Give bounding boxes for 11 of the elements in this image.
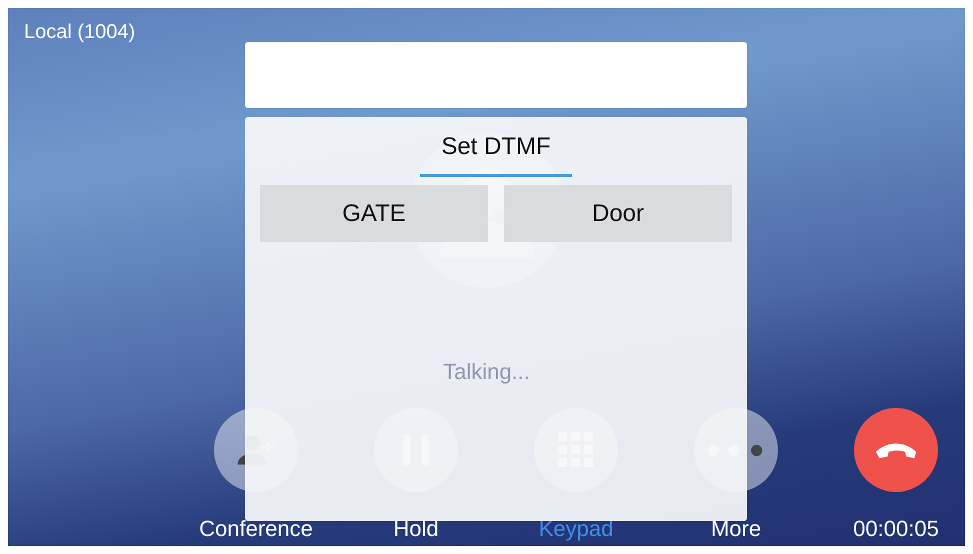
hold-label: Hold — [393, 516, 439, 542]
dtmf-option-button[interactable]: GATE — [260, 185, 488, 242]
local-line-label: Local (1004) — [24, 20, 136, 44]
dtmf-input-field[interactable] — [245, 42, 747, 108]
call-duration: 00:00:05 — [853, 516, 939, 542]
keypad-label: Keypad — [538, 516, 614, 542]
more-label: More — [710, 516, 762, 542]
call-status: Talking... — [443, 360, 530, 384]
dialog-title: Set DTMF — [441, 132, 551, 162]
dtmf-option-button[interactable]: Door — [504, 185, 732, 242]
conference-label: Conference — [199, 516, 313, 542]
